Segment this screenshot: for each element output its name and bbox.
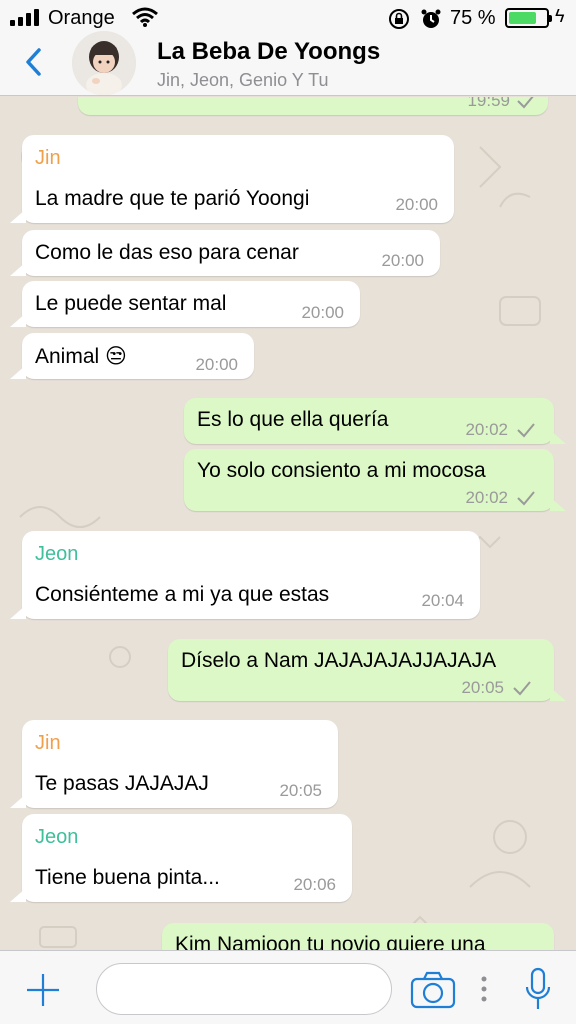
group-avatar[interactable] (72, 31, 136, 95)
message-time: 20:05 (461, 678, 504, 697)
orientation-lock-icon (388, 8, 410, 36)
wifi-icon (132, 6, 158, 34)
delivered-check-icon (517, 97, 534, 109)
message-time: 20:00 (301, 303, 344, 322)
message-bubble-incoming[interactable]: Jeon Consiénteme a mi ya que estas 20:04 (10, 531, 480, 619)
message-bubble-incoming[interactable]: Le puede sentar mal 20:00 (10, 281, 360, 327)
message-text: Le puede sentar mal (35, 292, 227, 315)
message-time: 20:00 (195, 355, 238, 374)
plus-icon (27, 974, 59, 1006)
battery-level (509, 12, 536, 24)
message-bubble-incoming[interactable]: Como le das eso para cenar 20:00 (10, 230, 440, 276)
message-time: 20:02 (465, 420, 508, 439)
message-time: 20:00 (381, 251, 424, 270)
charging-bolt-icon: ϟ (555, 6, 565, 26)
message-time: 20:00 (395, 195, 438, 214)
message-time: 19:59 (467, 97, 510, 110)
message-sender: Jeon (35, 826, 79, 848)
message-text: Como le das eso para cenar (35, 241, 299, 264)
message-sender: Jeon (35, 543, 79, 565)
microphone-icon (525, 967, 551, 1009)
chat-title[interactable]: La Beba De Yoongs (157, 38, 380, 66)
battery-percent: 75 % (450, 7, 496, 29)
composer-bar (0, 950, 576, 1024)
alarm-icon (420, 8, 442, 36)
camera-icon (410, 971, 456, 1009)
message-bubble-partial[interactable]: 19:59 (78, 97, 548, 115)
message-text: Consiénteme a mi ya que estas (35, 583, 330, 606)
message-time: 20:02 (465, 488, 508, 507)
chat-participants[interactable]: Jin, Jeon, Genio Y Tu (157, 70, 328, 91)
message-bubble-outgoing[interactable]: Es lo que ella quería 20:02 (184, 398, 566, 444)
delivered-check-icon (517, 491, 535, 506)
message-sender: Jin (35, 147, 61, 169)
more-dots-icon (481, 976, 487, 1002)
more-button[interactable] (480, 975, 488, 1008)
message-text: Te pasas JAJAJAJ (35, 772, 209, 795)
message-text: Animal 😒 (35, 345, 127, 368)
message-time: 20:05 (279, 781, 322, 800)
attach-button[interactable] (24, 971, 62, 1014)
message-text: Es lo que ella quería (197, 408, 389, 431)
message-text: Yo solo consiento a mi mocosa (197, 459, 486, 482)
chevron-left-icon (26, 48, 41, 76)
status-bar: Orange 75 % ϟ (0, 0, 576, 36)
message-list[interactable]: 19:59 Jin La madre que te parió Yoongi 2… (0, 97, 576, 950)
message-time: 20:06 (293, 875, 336, 894)
message-text: Tiene buena pinta... (35, 866, 220, 889)
back-button[interactable] (18, 44, 48, 80)
camera-button[interactable] (410, 971, 456, 1014)
message-bubble-incoming[interactable]: Jin La madre que te parió Yoongi 20:00 (10, 135, 454, 223)
message-bubble-outgoing[interactable]: Díselo a Nam JAJAJAJAJJAJAJA 20:05 (168, 639, 566, 701)
delivered-check-icon (513, 681, 531, 696)
voice-record-button[interactable] (524, 967, 552, 1016)
message-bubble-outgoing[interactable]: Yo solo consiento a mi mocosa 20:02 (184, 449, 566, 511)
message-text: La madre que te parió Yoongi (35, 187, 310, 210)
message-time: 20:04 (421, 591, 464, 610)
carrier-name: Orange (48, 7, 115, 29)
message-sender: Jin (35, 732, 61, 754)
chat-header: La Beba De Yoongs Jin, Jeon, Genio Y Tu (0, 31, 576, 96)
message-bubble-outgoing[interactable]: Kim Namjoon tu novio quiere una (162, 923, 554, 950)
battery-icon (505, 8, 552, 28)
signal-strength-icon (10, 9, 39, 26)
message-text: Díselo a Nam JAJAJAJAJJAJAJA (181, 649, 497, 672)
message-bubble-incoming[interactable]: Jin Te pasas JAJAJAJ 20:05 (10, 720, 338, 808)
message-bubble-incoming[interactable]: Animal 😒 20:00 (10, 333, 254, 379)
delivered-check-icon (517, 423, 535, 438)
message-bubble-incoming[interactable]: Jeon Tiene buena pinta... 20:06 (10, 814, 352, 902)
message-text: Kim Namjoon tu novio quiere una (175, 933, 486, 950)
message-input[interactable] (96, 963, 392, 1015)
